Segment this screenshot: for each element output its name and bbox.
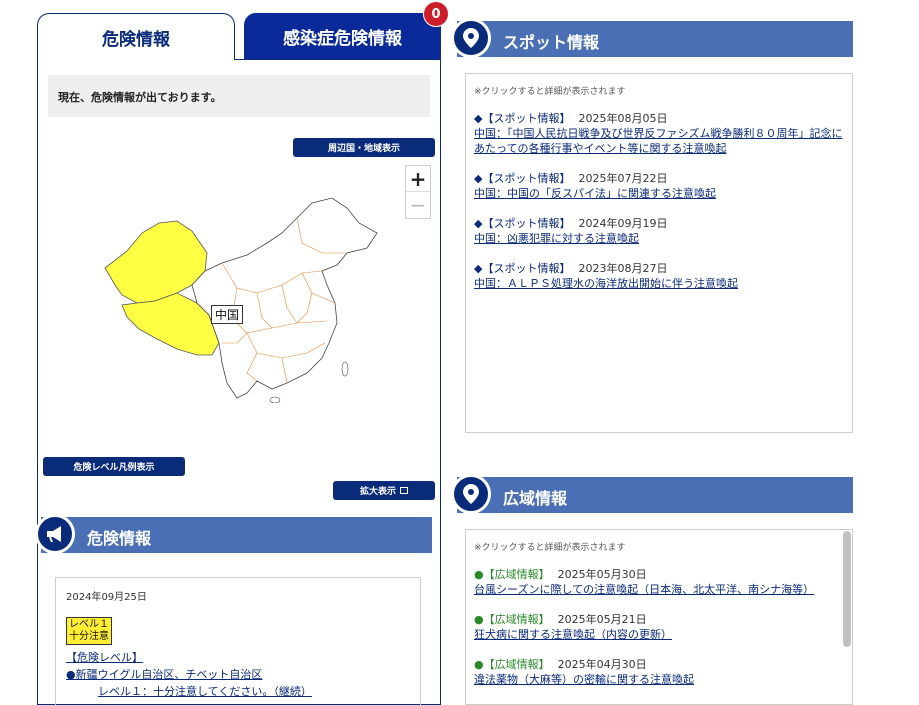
spot-tag: ◆【スポット情報】 <box>474 172 571 185</box>
spot-item: ◆【スポット情報】 2023年08月27日 中国：ＡＬＰＳ処理水の海洋放出開始に伴… <box>474 261 844 291</box>
level-badge: レベル１ 十分注意 <box>66 617 112 645</box>
spot-link[interactable]: 中国：凶悪犯罪に対する注意喚起 <box>474 232 639 245</box>
spot-date: 2023年08月27日 <box>578 262 668 275</box>
spot-info-list: ※クリックすると詳細が表示されます ◆【スポット情報】 2025年08月05日 中… <box>465 73 853 433</box>
spot-item: ◆【スポット情報】 2024年09月19日 中国：凶悪犯罪に対する注意喚起 <box>474 216 844 246</box>
danger-info-box: 2024年09月25日 レベル１ 十分注意 【危険レベル】 ●新疆ウイグル自治区… <box>55 577 421 705</box>
neighbors-button[interactable]: 周辺国・地域表示 <box>293 138 435 157</box>
megaphone-icon <box>35 514 75 554</box>
region-taiwan <box>341 361 349 377</box>
area-tag: ●【広域情報】 <box>474 613 550 626</box>
level1-detail-link[interactable]: レベル１：十分注意してください。（継続） <box>98 685 312 698</box>
area-date: 2025年05月30日 <box>557 568 647 581</box>
zoom-control: + − <box>405 165 431 219</box>
area-link[interactable]: 台風シーズンに際しての注意喚起（日本海、北太平洋、南シナ海等） <box>474 583 814 596</box>
legend-button[interactable]: 危険レベル凡例表示 <box>43 457 185 476</box>
spot-date: 2024年09月19日 <box>578 217 668 230</box>
spot-tag: ◆【スポット情報】 <box>474 112 571 125</box>
region-xinjiang <box>104 220 208 304</box>
region-hainan <box>269 396 281 403</box>
area-item: ●【広域情報】 2025年04月30日 違法薬物（大麻等）の密輸に関する注意喚起 <box>474 657 844 687</box>
spot-hint: ※クリックすると詳細が表示されます <box>474 87 626 97</box>
location-pin-icon <box>451 474 491 514</box>
area-info-heading: 広域情報 <box>503 489 568 508</box>
area-item: ●【広域情報】 2025年05月30日 台風シーズンに際しての注意喚起（日本海、北… <box>474 567 844 597</box>
enlarge-label: 拡大表示 <box>359 487 396 497</box>
tab-bar: 危険情報 感染症危険情報 0 <box>37 1 449 60</box>
area-hint: ※クリックすると詳細が表示されます <box>474 543 626 553</box>
country-label: 中国 <box>211 305 244 324</box>
area-date: 2025年05月21日 <box>557 613 647 626</box>
area-tag: ●【広域情報】 <box>474 568 550 581</box>
tab-infection-danger-info[interactable]: 感染症危険情報 <box>244 13 441 59</box>
area-info-list: ※クリックすると詳細が表示されます ●【広域情報】 2025年05月30日 台風シ… <box>465 529 853 705</box>
level-badge-line2: 十分注意 <box>69 631 109 642</box>
area-date: 2025年04月30日 <box>557 658 647 671</box>
danger-info-heading: 危険情報 <box>87 529 152 548</box>
zoom-in-button[interactable]: + <box>406 166 430 192</box>
region-mainland <box>191 197 378 399</box>
spot-tag: ◆【スポット情報】 <box>474 217 571 230</box>
area-link[interactable]: 違法薬物（大麻等）の密輸に関する注意喚起 <box>474 673 694 686</box>
area-link[interactable]: 狂犬病に関する注意喚起（内容の更新） <box>474 628 672 641</box>
spot-link[interactable]: 中国：中国の「反スパイ法」に関連する注意喚起 <box>474 187 716 200</box>
area-info-header: 広域情報 <box>451 474 853 514</box>
scrollbar[interactable] <box>843 531 851 647</box>
spot-date: 2025年07月22日 <box>578 172 668 185</box>
area-tag: ●【広域情報】 <box>474 658 550 671</box>
danger-date: 2024年09月25日 <box>66 592 147 603</box>
external-window-icon <box>400 487 408 494</box>
spot-link[interactable]: 中国：「中国人民抗日戦争及び世界反ファシズム戦争勝利８０周年」記念にあたっての各… <box>474 127 843 155</box>
spot-link[interactable]: 中国：ＡＬＰＳ処理水の海洋放出開始に伴う注意喚起 <box>474 277 738 290</box>
spot-info-heading: スポット情報 <box>503 33 600 52</box>
notification-badge: 0 <box>423 1 449 27</box>
level-badge-line1: レベル１ <box>69 619 109 630</box>
tab-danger-info[interactable]: 危険情報 <box>37 13 235 60</box>
spot-item: ◆【スポット情報】 2025年07月22日 中国：中国の「反スパイ法」に関連する注… <box>474 171 844 201</box>
location-pin-icon <box>451 18 491 58</box>
enlarge-button[interactable]: 拡大表示 <box>333 481 435 500</box>
zoom-out-button[interactable]: − <box>406 192 430 218</box>
danger-level-link[interactable]: 【危険レベル】 <box>66 651 143 664</box>
danger-notice: 現在、危険情報が出ております。 <box>48 75 430 117</box>
china-map[interactable] <box>97 193 397 403</box>
danger-panel: 危険情報 感染症危険情報 0 現在、危険情報が出ております。 周辺国・地域表示 … <box>35 1 449 705</box>
region-link[interactable]: ●新疆ウイグル自治区、チベット自治区 <box>66 668 262 681</box>
spot-item: ◆【スポット情報】 2025年08月05日 中国：「中国人民抗日戦争及び世界反ファ… <box>474 111 844 156</box>
spot-tag: ◆【スポット情報】 <box>474 262 571 275</box>
area-item: ●【広域情報】 2025年05月21日 狂犬病に関する注意喚起（内容の更新） <box>474 612 844 642</box>
spot-info-header: スポット情報 <box>451 18 853 58</box>
danger-info-header: 危険情報 <box>35 514 432 554</box>
spot-date: 2025年08月05日 <box>578 112 668 125</box>
